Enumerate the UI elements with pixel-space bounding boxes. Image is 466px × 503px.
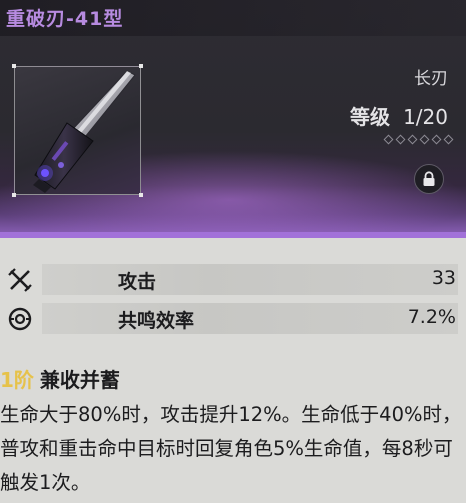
stat-bar [42,264,458,295]
stat-label: 攻击 [118,271,157,293]
stat-bar [42,303,458,334]
lock-button[interactable] [414,164,444,194]
weapon-name: 重破刃-41型 [6,8,124,30]
stat-label: 共鸣效率 [118,310,195,332]
weapon-level: 等级 1/20 [350,101,448,130]
rank-stars [383,134,454,145]
weapon-header: 重破刃-41型 长刃 等级 1/20 [0,0,466,238]
energy-regen-icon [8,307,32,331]
frame-corner [12,64,16,68]
frame-corner [139,64,143,68]
frame-corner [139,193,143,197]
weapon-image-frame[interactable] [12,64,143,197]
lock-icon [423,171,435,186]
rank-star-icon [383,134,394,145]
passive-description: 生命大于80%时，攻击提升12%。生命低于40%时，普攻和重击命中目标时回复角色… [0,403,462,494]
passive-name: 兼收并蓄 [39,368,120,392]
stat-row-attack: 攻击 33 [0,263,466,297]
rarity-line [0,232,466,238]
attack-icon [8,268,32,292]
passive-title: 1阶 兼收并蓄 [0,364,120,393]
passive-rank: 1阶 [0,368,34,392]
rank-star-icon [419,134,430,145]
rank-star-icon [407,134,418,145]
stat-value: 7.2% [407,306,456,328]
rank-star-icon [395,134,406,145]
stat-row-energy-regen: 共鸣效率 7.2% [0,302,466,336]
weapon-detail-panel: 重破刃-41型 长刃 等级 1/20 攻击 33 共鸣效率 7.2% 1阶 兼收… [0,0,466,503]
frame-corner [12,193,16,197]
stat-value: 33 [431,267,456,289]
rank-star-icon [443,134,454,145]
level-label: 等级 [349,105,390,129]
broadblade-weapon-image [33,70,136,193]
rank-star-icon [431,134,442,145]
level-value: 1/20 [403,105,448,129]
weapon-type: 长刃 [414,69,448,89]
